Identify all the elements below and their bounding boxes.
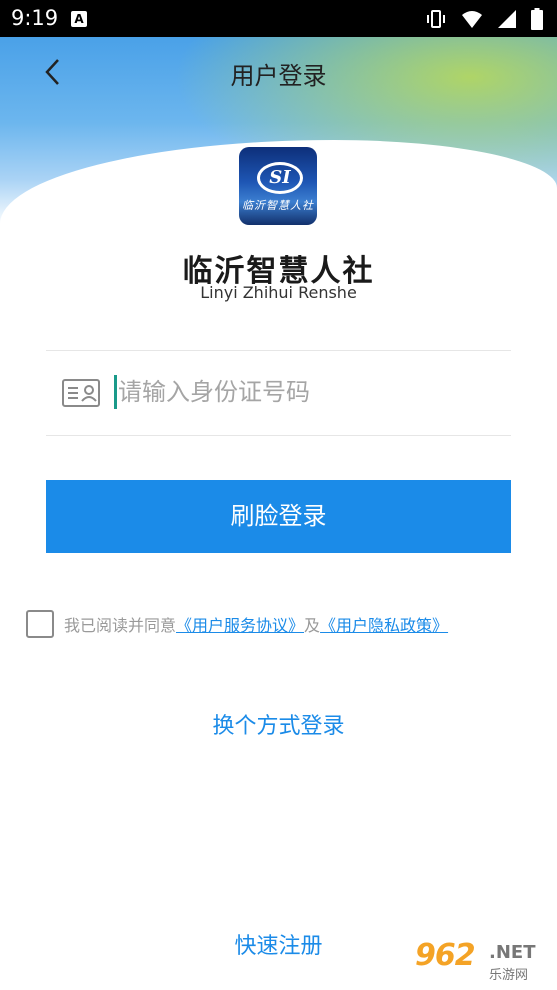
signal-icon [498, 10, 516, 28]
status-bar: 9:19 A [0, 0, 557, 37]
watermark-sub: 乐游网 [489, 968, 529, 983]
notification-a-icon: A [71, 11, 87, 27]
watermark-net: .NET [489, 942, 536, 963]
id-card-icon [62, 379, 100, 407]
service-agreement-link[interactable]: 《用户服务协议》 [176, 612, 304, 636]
battery-icon [531, 8, 543, 30]
agreement-row: 我已阅读并同意 《用户服务协议》 及 《用户隐私政策》 [26, 610, 448, 638]
watermark-main: 962 [415, 938, 476, 973]
watermark-logo: 962 .NET 乐游网 [415, 938, 551, 984]
face-login-button[interactable]: 刷脸登录 [46, 480, 511, 553]
logo-si-mark: SI [257, 162, 303, 194]
agree-joiner-text: 及 [304, 616, 321, 635]
brand-name-en: Linyi Zhihui Renshe [200, 283, 357, 302]
switch-login-method-link[interactable]: 换个方式登录 [0, 708, 557, 740]
app-logo: SI 临沂智慧人社 [239, 147, 317, 225]
privacy-policy-link[interactable]: 《用户隐私政策》 [320, 612, 448, 636]
agree-prefix-text: 我已阅读并同意 [64, 616, 177, 635]
id-number-input[interactable] [118, 371, 498, 413]
status-icons [425, 8, 543, 30]
wifi-icon [462, 11, 482, 28]
vibrate-icon [427, 10, 445, 28]
logo-text: 临沂智慧人社 [242, 199, 314, 212]
text-caret [114, 375, 117, 409]
id-input-row [46, 350, 511, 436]
status-time: 9:19 [11, 6, 59, 30]
page-title: 用户登录 [230, 62, 327, 90]
agree-checkbox[interactable] [26, 610, 54, 638]
